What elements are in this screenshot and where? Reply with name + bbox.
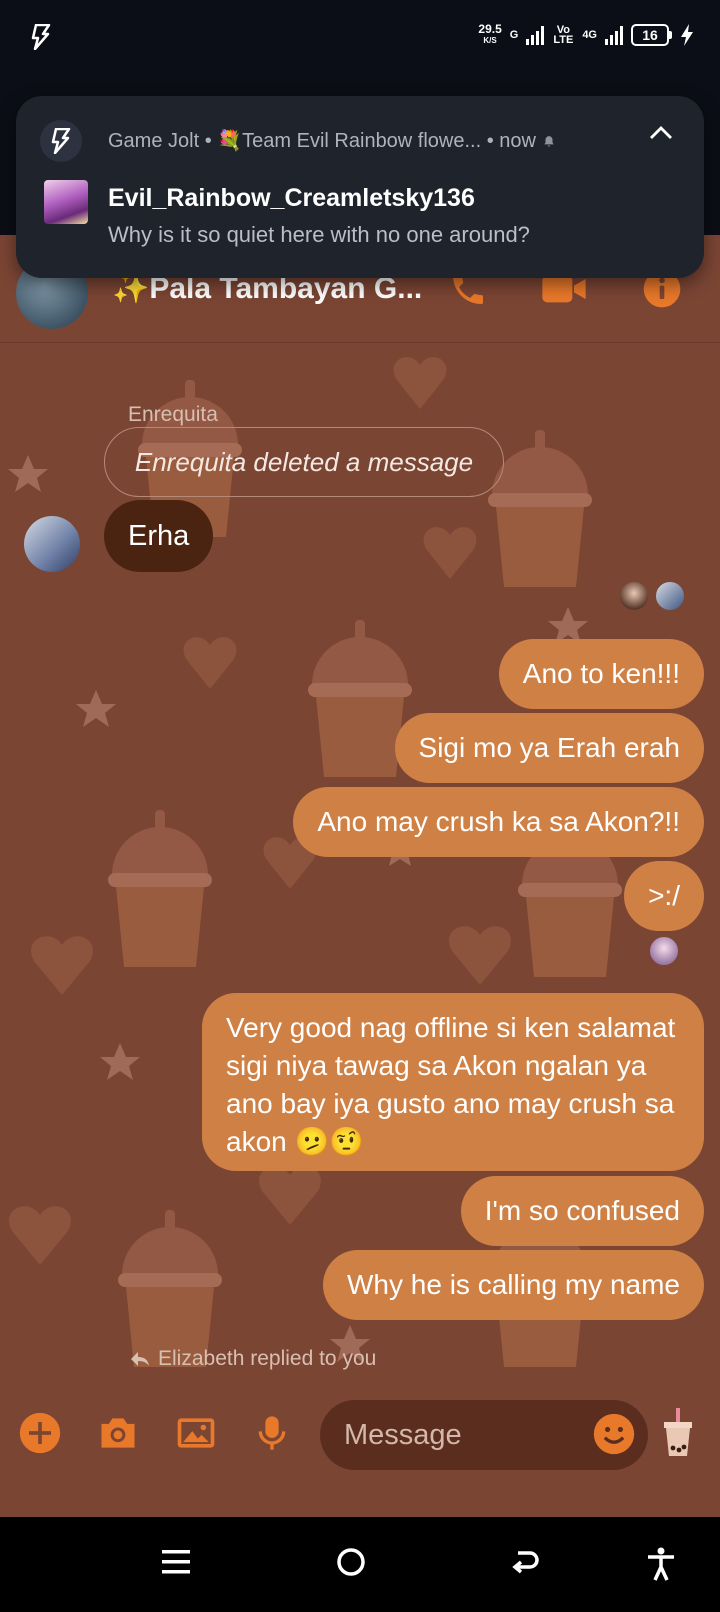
accessibility-icon[interactable] — [646, 1547, 676, 1581]
battery-level: 16 — [631, 24, 669, 46]
message-input-box[interactable] — [320, 1400, 648, 1470]
seen-avatar — [648, 935, 680, 967]
outgoing-message[interactable]: Ano to ken!!! — [498, 639, 704, 709]
seen-avatar — [654, 580, 686, 612]
outgoing-message[interactable]: Ano may crush ka sa Akon?!! — [293, 787, 704, 857]
camera-icon[interactable] — [96, 1411, 140, 1455]
net-speed-unit: K/S — [483, 36, 497, 45]
bell-icon — [543, 135, 554, 147]
chat-screen: ✨Pala Tambayan G... Enrequita Enrequita … — [0, 235, 720, 1517]
screen: 29.5 K/S G Vo LTE 4G 16 ✨Pala Tambayan G… — [0, 0, 720, 1612]
boba-quick-reaction-icon[interactable] — [660, 1408, 696, 1458]
sender-avatar — [44, 180, 88, 224]
outgoing-message[interactable]: >:/ — [624, 861, 704, 931]
outgoing-message[interactable]: Very good nag offline si ken salamat sig… — [202, 993, 704, 1171]
composer — [0, 1390, 720, 1480]
reply-arrow-icon — [131, 1352, 149, 1366]
notification-message: Why is it so quiet here with no one arou… — [108, 222, 530, 247]
notification-app-name: Game Jolt — [108, 130, 200, 152]
net-speed-value: 29.5 — [478, 22, 502, 36]
notification-card[interactable]: Game Jolt • 💐Team Evil Rainbow flowe... … — [16, 96, 704, 278]
microphone-icon[interactable] — [252, 1411, 292, 1455]
volte-label: Vo LTE — [553, 24, 574, 46]
avatar[interactable] — [24, 516, 80, 572]
add-icon[interactable] — [18, 1411, 62, 1455]
notification-meta: Game Jolt • 💐Team Evil Rainbow flowe... … — [108, 128, 556, 153]
notification-time: now — [499, 130, 536, 152]
network-g-label: G — [509, 29, 519, 41]
outgoing-message[interactable]: I'm so confused — [460, 1176, 704, 1246]
deleted-message[interactable]: Enrequita deleted a message — [104, 427, 504, 497]
recent-apps-icon[interactable] — [162, 1547, 190, 1577]
signal-icon — [605, 25, 623, 45]
chevron-up-icon[interactable] — [648, 124, 674, 142]
gallery-icon[interactable] — [174, 1411, 218, 1455]
emoji-icon[interactable] — [592, 1412, 636, 1456]
reply-note: Elizabeth replied to you — [130, 1347, 376, 1371]
notification-sender: Evil_Rainbow_Creamletsky136 — [108, 184, 475, 212]
status-bar: 29.5 K/S G Vo LTE 4G 16 — [0, 0, 720, 80]
outgoing-message[interactable]: Why he is calling my name — [322, 1250, 704, 1320]
charging-icon — [681, 24, 693, 46]
back-icon[interactable] — [510, 1547, 540, 1577]
reply-note-text: Elizabeth replied to you — [158, 1347, 377, 1370]
home-icon[interactable] — [336, 1547, 366, 1577]
outgoing-message[interactable]: Sigi mo ya Erah erah — [394, 713, 704, 783]
notification-channel: 💐Team Evil Rainbow flowe... — [217, 130, 482, 152]
signal-icon — [526, 25, 545, 45]
seen-avatar — [618, 580, 650, 612]
system-nav-bar — [0, 1517, 720, 1612]
game-jolt-app-icon — [40, 120, 82, 162]
network-4g-label: 4G — [582, 29, 597, 41]
status-icons: 29.5 K/S G Vo LTE 4G 16 — [478, 22, 694, 46]
message-input[interactable] — [320, 1418, 570, 1452]
net-speed: 29.5 K/S — [478, 22, 502, 46]
game-jolt-bolt-icon — [31, 24, 51, 50]
battery-icon: 16 — [631, 24, 672, 46]
incoming-message[interactable]: Erha — [104, 500, 214, 572]
sender-name: Enrequita — [128, 403, 218, 426]
